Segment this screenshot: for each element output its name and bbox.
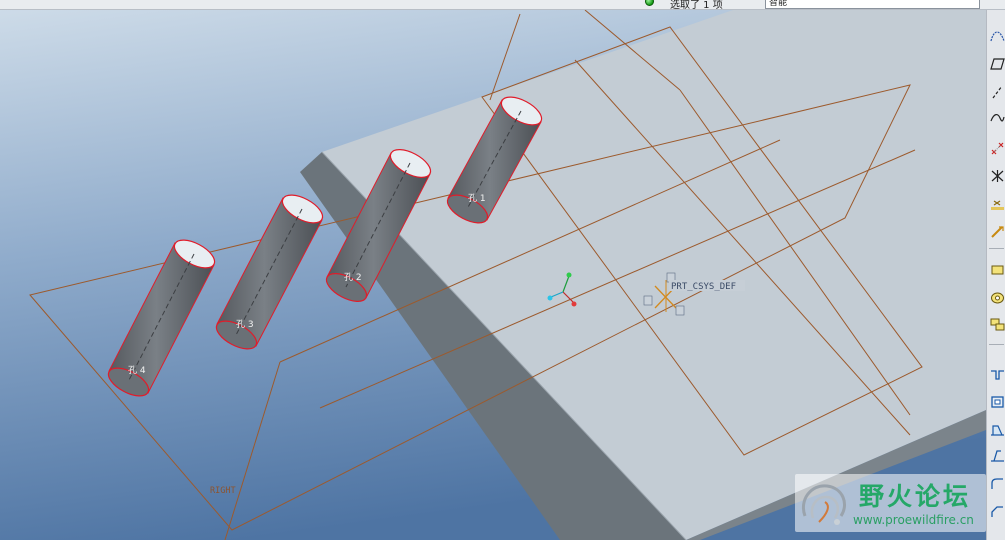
extrude-icon: [991, 265, 1003, 275]
rib-icon: [990, 425, 1004, 436]
datum-point-sketched-button[interactable]: [989, 168, 1005, 184]
csys-label: PRT_CSYS_DEF: [671, 282, 736, 292]
sweep-icon: [990, 318, 1004, 331]
forum-watermark: 野火论坛 www.proewildfire.cn: [795, 474, 986, 532]
toolbar-separator: [989, 344, 1004, 345]
chamfer-icon: [990, 506, 1003, 517]
datum-plane-button[interactable]: [989, 56, 1005, 72]
watermark-url: www.proewildfire.cn: [853, 513, 974, 527]
rib-button[interactable]: [989, 422, 1005, 438]
shell-icon: [990, 396, 1004, 408]
revolve-button[interactable]: [989, 290, 1005, 306]
extrude-button[interactable]: [989, 262, 1005, 278]
hole-label-3: 孔 3: [236, 319, 254, 330]
datum-point-offset-icon: [990, 200, 1004, 210]
datum-axis-icon: [992, 85, 1002, 99]
draft-button[interactable]: [989, 448, 1005, 464]
datum-axis-button[interactable]: [989, 84, 1005, 100]
datum-plane-icon: [989, 58, 1005, 70]
datum-point-button[interactable]: [989, 140, 1005, 156]
toolbar-separator: [989, 248, 1004, 249]
datum-curve-icon: [989, 114, 1005, 122]
selection-filter-dropdown[interactable]: 智能: [765, 0, 980, 9]
datum-curve-sketch-button[interactable]: [989, 28, 1005, 44]
graphics-viewport[interactable]: 孔 4 孔 3 孔 2 孔 1 PRT_CSYS_DEF RIGHT: [0, 10, 986, 540]
hole-button[interactable]: [989, 366, 1005, 382]
datum-point-sketched-icon: [991, 170, 1003, 182]
top-toolbar: 选取了 1 项 智能: [0, 0, 1005, 11]
model-canvas[interactable]: 孔 4 孔 3 孔 2 孔 1 PRT_CSYS_DEF RIGHT: [0, 10, 986, 540]
round-button[interactable]: [989, 476, 1005, 492]
datum-label-right: RIGHT: [210, 486, 236, 496]
hole-label-4: 孔 4: [128, 365, 146, 376]
right-feature-toolbar: [986, 10, 1005, 540]
sweep-button[interactable]: [989, 316, 1005, 332]
datum-curve-sketch-icon: [989, 31, 1005, 42]
round-icon: [990, 478, 1003, 489]
hole-label-1: 孔 1: [468, 193, 486, 204]
revolve-icon: [990, 292, 1004, 304]
proewildfire-logo-icon: [802, 484, 846, 525]
datum-point-offset-button[interactable]: [989, 196, 1005, 212]
status-light-icon: [645, 0, 654, 6]
chamfer-button[interactable]: [989, 504, 1005, 520]
datum-curve-button[interactable]: [989, 110, 1005, 126]
datum-point-icon: [991, 142, 1003, 155]
hole-label-2: 孔 2: [344, 272, 362, 283]
selection-filter-value: 智能: [769, 0, 788, 8]
watermark-title: 野火论坛: [859, 482, 972, 511]
datum-csys-icon: [990, 226, 1004, 238]
shell-button[interactable]: [989, 394, 1005, 410]
draft-icon: [990, 450, 1004, 462]
datum-csys-button[interactable]: [989, 224, 1005, 240]
hole-icon: [990, 370, 1004, 380]
